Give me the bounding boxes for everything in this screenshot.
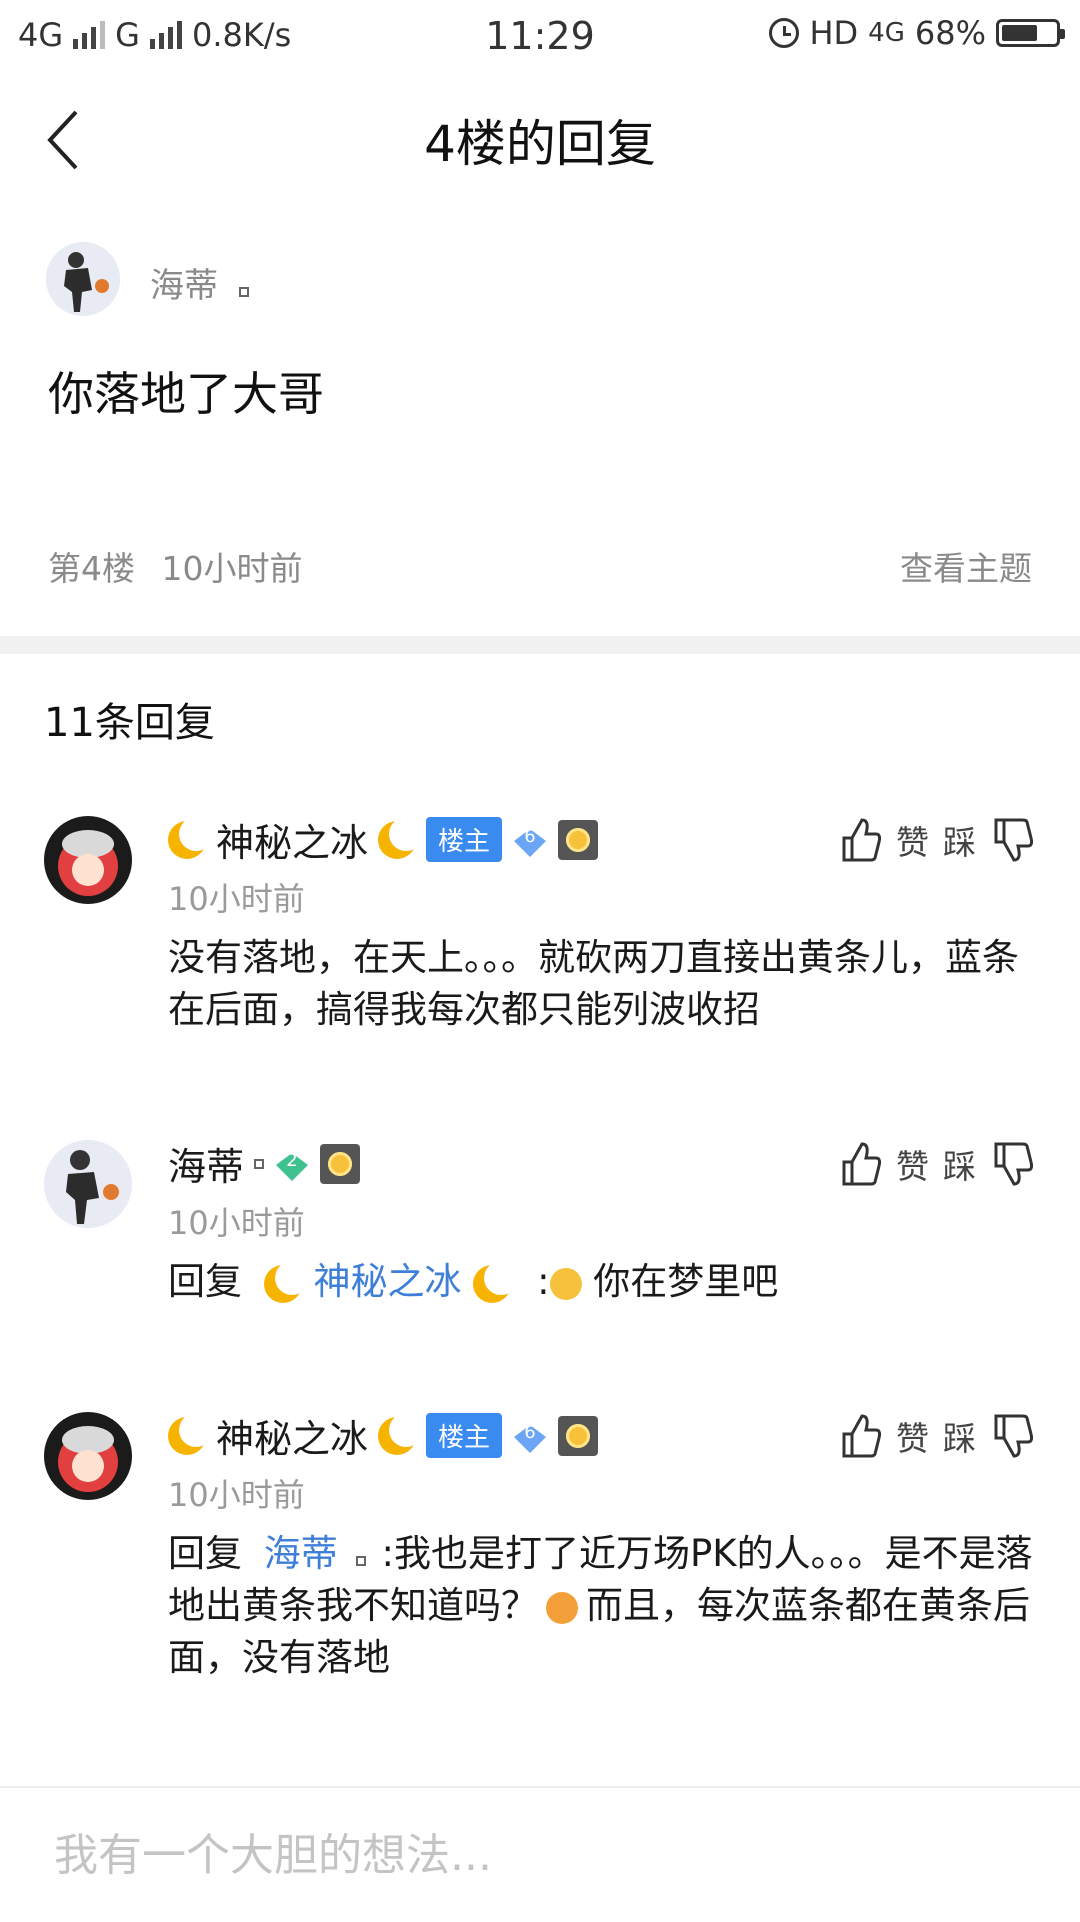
moon-icon bbox=[378, 816, 424, 859]
alarm-icon bbox=[769, 18, 800, 48]
level-number: 6 bbox=[524, 825, 536, 847]
moon-icon bbox=[168, 1412, 213, 1455]
user-badge-icon bbox=[355, 1556, 366, 1566]
reply-username-text: 神秘之冰 bbox=[216, 821, 369, 865]
level-gem-icon: 6 bbox=[512, 1420, 548, 1453]
comment-input[interactable] bbox=[52, 1822, 1036, 1888]
user-badge-icon bbox=[238, 287, 249, 297]
dislike-button[interactable]: 踩 bbox=[943, 816, 976, 864]
status-right: HD 4G 68% bbox=[769, 14, 1065, 52]
view-topic-link[interactable]: 查看主题 bbox=[900, 542, 1032, 590]
reply-prefix: 回复 bbox=[168, 1532, 242, 1575]
like-button[interactable]: 赞 bbox=[896, 1140, 929, 1188]
section-divider bbox=[0, 636, 1080, 654]
avatar[interactable] bbox=[44, 1412, 132, 1500]
page-title: 4楼的回复 bbox=[424, 115, 656, 173]
like-button[interactable]: 赞 bbox=[896, 1412, 929, 1460]
basketball-player-avatar-icon bbox=[46, 242, 120, 316]
reply-username[interactable]: 神秘之冰 楼主 6 bbox=[168, 812, 599, 867]
level-number: 2 bbox=[286, 1149, 298, 1171]
post-floor: 第4楼 bbox=[48, 549, 135, 588]
moon-icon bbox=[263, 1260, 309, 1303]
post-username-text: 海蒂 bbox=[150, 266, 218, 306]
drooling-face-emoji-icon bbox=[546, 1591, 578, 1624]
host-badge: 楼主 bbox=[426, 817, 503, 862]
post-username[interactable]: 海蒂 bbox=[150, 258, 249, 307]
reply-username[interactable]: 海蒂 2 bbox=[168, 1136, 361, 1191]
anime-girl-avatar-icon bbox=[44, 1412, 132, 1500]
battery-fill bbox=[1002, 25, 1038, 41]
moon-icon bbox=[168, 816, 213, 859]
moon-icon bbox=[473, 1260, 519, 1303]
basketball-player-avatar-icon bbox=[44, 1140, 132, 1228]
avatar[interactable] bbox=[44, 1140, 132, 1228]
post-content: 你落地了大哥 bbox=[48, 367, 324, 421]
avatar[interactable] bbox=[44, 816, 132, 904]
battery-icon bbox=[996, 19, 1065, 47]
thumbs-down-icon[interactable] bbox=[990, 1140, 1034, 1188]
mention-link[interactable]: 海蒂 bbox=[264, 1532, 338, 1575]
thumbs-down-icon[interactable] bbox=[990, 816, 1034, 864]
thumbs-down-icon[interactable] bbox=[990, 1412, 1034, 1460]
reply-time: 10小时前 bbox=[168, 1476, 305, 1514]
reply-username-text: 海蒂 bbox=[168, 1145, 245, 1189]
lte-indicator: 4G bbox=[868, 18, 905, 48]
hd-indicator: HD bbox=[809, 14, 859, 52]
dislike-button[interactable]: 踩 bbox=[943, 1412, 976, 1460]
thumbs-up-icon[interactable] bbox=[838, 816, 882, 864]
reply-actions: 赞 踩 bbox=[838, 816, 1034, 864]
reply-time: 10小时前 bbox=[168, 880, 305, 918]
reply-count: 11条回复 bbox=[44, 700, 215, 746]
reply-time: 10小时前 bbox=[168, 1204, 305, 1242]
thumbs-up-icon[interactable] bbox=[838, 1412, 882, 1460]
like-button[interactable]: 赞 bbox=[896, 816, 929, 864]
moon-icon bbox=[378, 1412, 424, 1455]
reply-actions: 赞 踩 bbox=[838, 1412, 1034, 1460]
reply-username-text: 神秘之冰 bbox=[216, 1417, 369, 1461]
sun-badge-icon bbox=[558, 819, 599, 860]
avatar[interactable] bbox=[46, 242, 120, 316]
status-bar: 4G G 0.8K/s 11:29 HD 4G 68% bbox=[0, 0, 1080, 72]
level-gem-icon: 2 bbox=[274, 1148, 310, 1181]
post-time: 10小时前 bbox=[161, 549, 303, 588]
sun-badge-icon bbox=[320, 1143, 361, 1184]
reply-content: 回复 海蒂 :我也是打了近万场PK的人。。。是不是落地出黄条我不知道吗？ 而且，每… bbox=[168, 1528, 1038, 1684]
user-badge-icon bbox=[254, 1158, 265, 1169]
level-gem-icon: 6 bbox=[512, 824, 548, 857]
battery-percent: 68% bbox=[914, 14, 986, 52]
post-meta: 第4楼 10小时前 bbox=[48, 542, 303, 590]
anime-girl-avatar-icon bbox=[44, 816, 132, 904]
annoyed-face-emoji-icon bbox=[549, 1267, 582, 1300]
reply-content: 回复 神秘之冰 : 你在梦里吧 bbox=[168, 1260, 779, 1303]
reply-prefix: 回复 bbox=[168, 1260, 242, 1303]
reply-text: 你在梦里吧 bbox=[593, 1260, 779, 1303]
dislike-button[interactable]: 踩 bbox=[943, 1140, 976, 1188]
reply-username[interactable]: 神秘之冰 楼主 6 bbox=[168, 1408, 599, 1463]
level-number: 6 bbox=[524, 1421, 536, 1443]
reply-content: 没有落地，在天上。。。就砍两刀直接出黄条儿，蓝条在后面，搞得我每次都只能列波收招 bbox=[168, 936, 1019, 1031]
thumbs-up-icon[interactable] bbox=[838, 1140, 882, 1188]
host-badge: 楼主 bbox=[426, 1413, 503, 1458]
sun-badge-icon bbox=[558, 1415, 599, 1456]
mention-link[interactable]: 神秘之冰 bbox=[314, 1260, 462, 1303]
reply-actions: 赞 踩 bbox=[838, 1140, 1034, 1188]
